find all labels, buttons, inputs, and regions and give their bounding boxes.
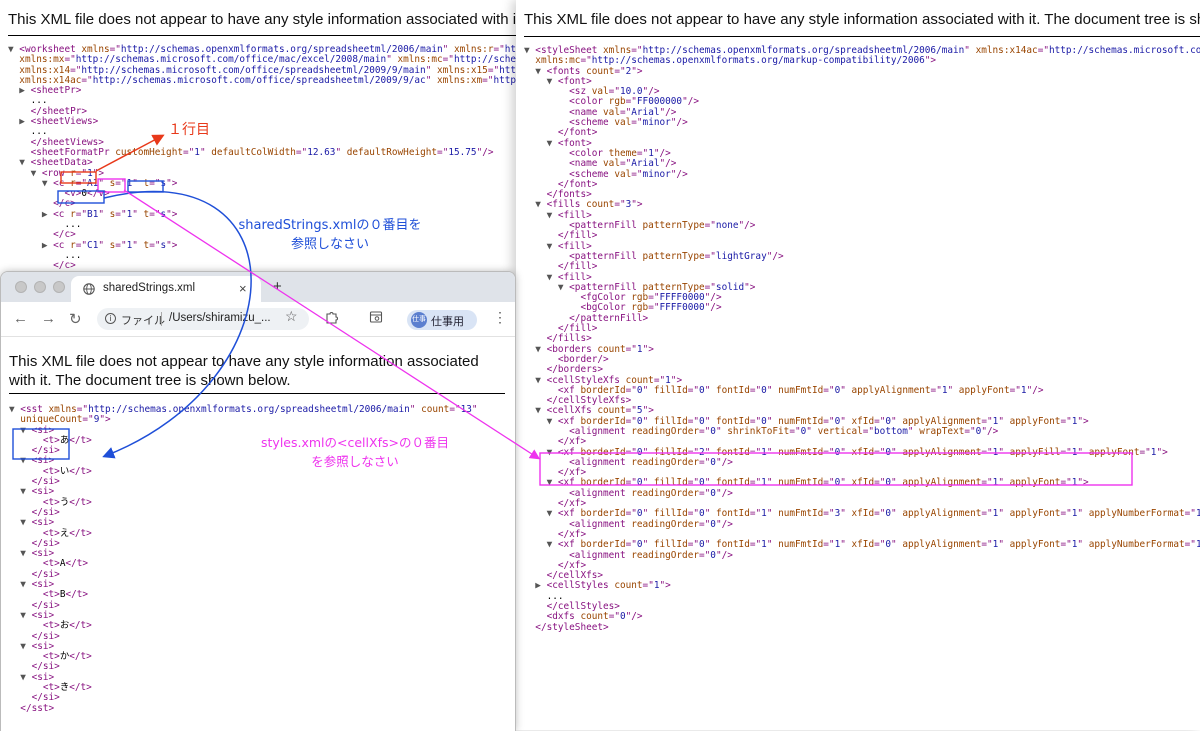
xml-line: <t>う</t> — [42, 496, 92, 508]
bookmark-star-icon[interactable]: ☆ — [285, 308, 298, 325]
reload-button[interactable]: ↻ — [69, 310, 82, 328]
xml-line: </c> — [53, 260, 76, 272]
xml-line: <patternFill patternType="none"/> — [569, 220, 756, 232]
xml-line: </si> — [31, 537, 60, 549]
browser-content: This XML file does not appear to have an… — [1, 336, 515, 731]
styles-xml-pane: This XML file does not appear to have an… — [516, 0, 1200, 730]
xml-line: </si> — [31, 476, 60, 488]
xml-line: </styleSheet> — [535, 621, 609, 633]
profile-button[interactable]: 仕事 仕事用 — [407, 310, 477, 330]
close-tab-icon[interactable]: × — [239, 281, 247, 296]
xml-line: ▼ <borders count="1"> — [524, 343, 654, 355]
maximize-window-button[interactable] — [53, 281, 65, 293]
shared-strings-label-line2: 参照しなさい — [290, 237, 369, 252]
xml-line: </si> — [31, 661, 60, 673]
xml-line: </si> — [31, 692, 60, 704]
xml-line: </sst> — [20, 702, 55, 714]
xml-line: <scheme val="minor"/> — [569, 168, 688, 180]
xml-line: </fill> — [557, 230, 598, 242]
worksheet-xml-pane: This XML file does not appear to have an… — [0, 0, 516, 300]
xml-line: <t>え</t> — [42, 527, 92, 539]
xml-line: <alignment readingOrder="0"/> — [569, 518, 733, 530]
xml-line: <alignment readingOrder="0"/> — [569, 456, 733, 468]
xml-line: <alignment readingOrder="0" shrinkToFit=… — [569, 425, 999, 437]
xml-line: <t>お</t> — [42, 620, 92, 632]
shared-strings-label: sharedStrings.xmlの０番目を 参照しなさい — [230, 214, 430, 252]
globe-icon — [83, 283, 95, 295]
xml-line: <v>0</v> — [64, 188, 110, 200]
file-scheme-label: ファイル — [121, 315, 165, 327]
avatar: 仕事 — [411, 312, 427, 328]
new-tab-button[interactable]: + — [273, 278, 282, 295]
address-bar[interactable]: i ファイル /Users/shiramizu_... — [97, 308, 309, 330]
styles-label-line2: を参照しなさい — [311, 454, 399, 469]
address-divider — [161, 312, 162, 326]
xml-line: <t>き</t> — [42, 682, 92, 694]
browser-window: sharedStrings.xml × + ← → ↻ i ファイル /User… — [0, 271, 516, 731]
xml-line: ▶ <cellStyles count="1"> — [524, 580, 671, 592]
xml-line: </patternFill> — [569, 312, 649, 324]
extensions-icon[interactable] — [325, 310, 339, 324]
xml-line: ▼ <fills count="3"> — [524, 199, 643, 211]
back-button[interactable]: ← — [13, 310, 28, 327]
xml-line: <border/> — [557, 353, 609, 365]
banner-divider — [9, 393, 505, 394]
tab-title: sharedStrings.xml — [103, 282, 196, 294]
xml-line: </font> — [557, 127, 598, 139]
xml-line: ... — [524, 590, 564, 602]
styles-xml-tree: ▼ <styleSheet xmlns="http://schemas.open… — [524, 45, 1200, 633]
profile-name: 仕事用 — [431, 316, 464, 328]
styles-label-line1: styles.xmlの<cellXfs>の０番目 — [261, 435, 449, 450]
xml-line: <t>B</t> — [42, 589, 89, 601]
info-icon[interactable]: i — [105, 313, 116, 324]
xml-line: uniqueCount="9"> — [20, 414, 111, 426]
xml-line: </si> — [31, 506, 60, 518]
xml-line: <t>か</t> — [42, 651, 92, 663]
xml-line: <scheme val="minor"/> — [569, 117, 688, 129]
xml-line: <dxfs count="0"/> — [546, 611, 643, 623]
xml-line: </fill> — [557, 261, 598, 273]
xml-line: </font> — [557, 178, 598, 190]
xml-line: </si> — [31, 599, 60, 611]
xml-info-banner: This XML file does not appear to have an… — [9, 353, 479, 389]
xml-info-banner: This XML file does not appear to have an… — [524, 11, 1200, 28]
minimize-window-button[interactable] — [34, 281, 46, 293]
xml-line: ▼ <fonts count="2"> — [524, 65, 643, 77]
xml-line: </si> — [31, 630, 60, 642]
xml-line: <alignment readingOrder="0"/> — [569, 487, 733, 499]
xml-line: <t>A</t> — [42, 558, 89, 570]
xml-line: ▶ <sheetViews> — [8, 116, 99, 128]
forward-button[interactable]: → — [41, 310, 56, 327]
shared-strings-label-line1: sharedStrings.xmlの０番目を — [238, 218, 422, 233]
styles-label: styles.xmlの<cellXfs>の０番目 を参照しなさい — [250, 432, 460, 470]
xml-line: </fill> — [557, 323, 598, 335]
xml-info-banner: This XML file does not appear to have an… — [8, 11, 516, 28]
reading-mode-icon[interactable] — [369, 310, 383, 324]
tab-shared-strings[interactable]: sharedStrings.xml × — [71, 276, 261, 302]
xml-line: <patternFill patternType="lightGray"/> — [569, 250, 784, 262]
xml-line: ... — [8, 249, 82, 261]
xml-line: ▶ <sheetPr> — [8, 85, 82, 97]
row-label: １行目 — [168, 122, 210, 138]
banner-divider — [8, 35, 516, 36]
browser-menu-icon[interactable]: ⋮ — [493, 309, 507, 326]
xml-line: </xf> — [557, 559, 587, 571]
xml-line: xmlns:x14ac="http://schemas.microsoft.co… — [19, 74, 516, 86]
url-text[interactable]: /Users/shiramizu_... — [169, 312, 271, 324]
tab-bar: sharedStrings.xml × + — [1, 272, 515, 302]
xml-line: <alignment readingOrder="0"/> — [569, 549, 733, 561]
close-window-button[interactable] — [15, 281, 27, 293]
xml-line: </si> — [31, 568, 60, 580]
banner-divider — [524, 36, 1200, 37]
